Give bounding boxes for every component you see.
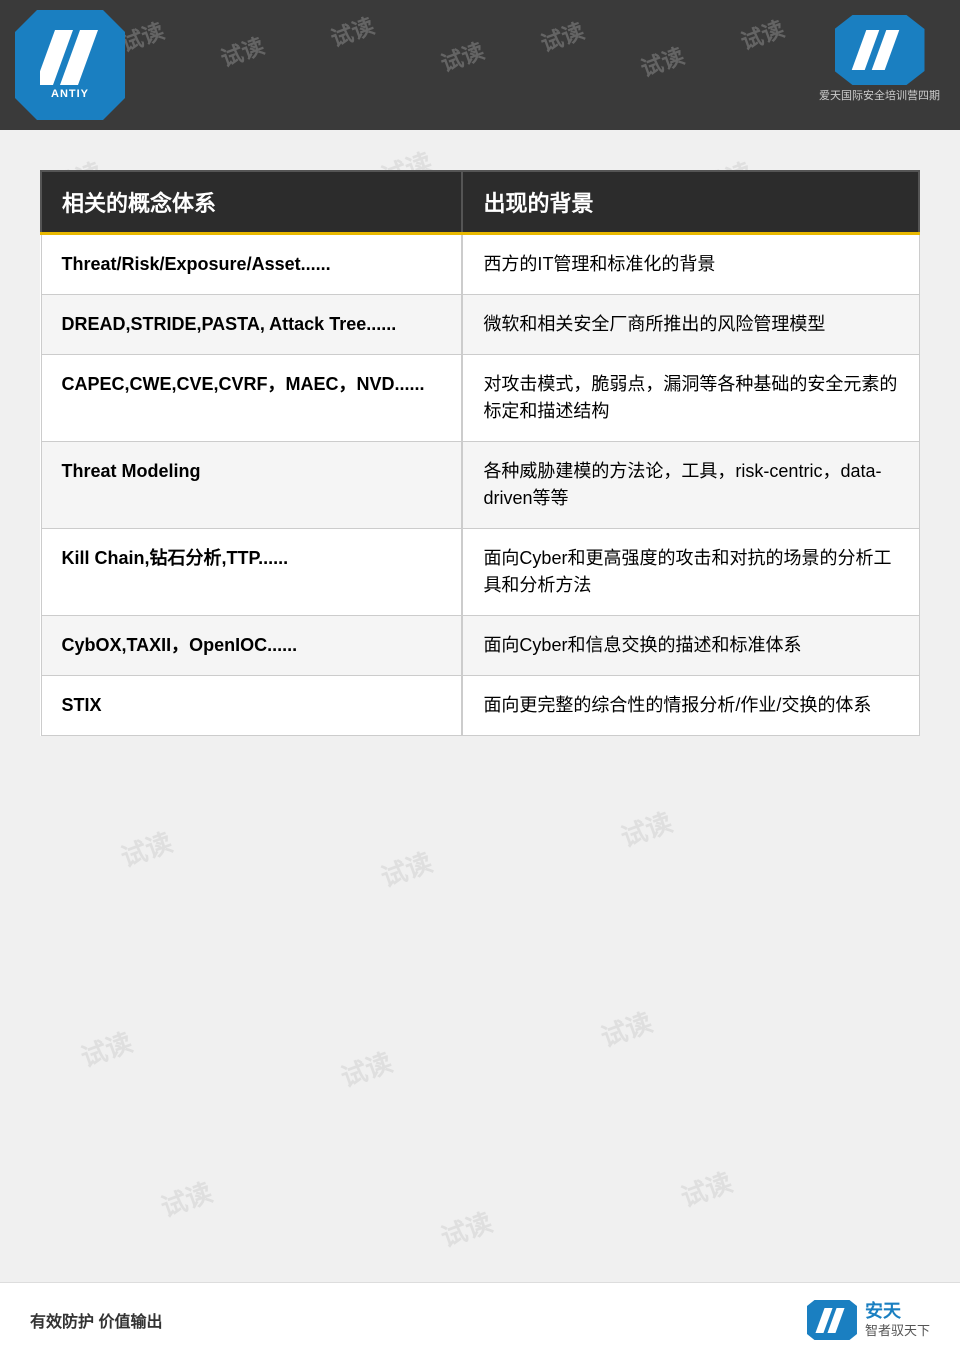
table-cell-concept: STIX: [41, 676, 462, 736]
header: 试读 试读 试读 试读 试读 试读 试读 ANTIY 爱天国际安全培训营四期: [0, 0, 960, 130]
table-cell-concept: Threat/Risk/Exposure/Asset......: [41, 234, 462, 295]
table-row: STIX面向更完整的综合性的情报分析/作业/交换的体系: [41, 676, 919, 736]
footer-tagline: 有效防护 价值输出: [30, 1308, 162, 1332]
logo-text: ANTIY: [51, 88, 89, 100]
header-watermarks: 试读 试读 试读 试读 试读 试读 试读: [0, 0, 960, 130]
table-cell-context: 各种威胁建模的方法论，工具，risk-centric，data-driven等等: [462, 442, 919, 529]
table-row: Threat Modeling各种威胁建模的方法论，工具，risk-centri…: [41, 442, 919, 529]
footer-brand-sub: 智者驭天下: [865, 1323, 930, 1340]
top-right-logo-icon: [835, 15, 925, 85]
table-cell-context: 西方的IT管理和标准化的背景: [462, 234, 919, 295]
table-header-row: 相关的概念体系 出现的背景: [41, 171, 919, 234]
col2-header: 出现的背景: [462, 171, 919, 234]
wm-5: 试读: [536, 13, 588, 58]
top-right-stripe: [857, 30, 902, 70]
wm-4: 试读: [436, 33, 488, 78]
table-cell-context: 面向Cyber和更高强度的攻击和对抗的场景的分析工具和分析方法: [462, 529, 919, 616]
wm-6: 试读: [636, 38, 688, 83]
wm-3: 试读: [326, 8, 378, 53]
table-cell-concept: CAPEC,CWE,CVE,CVRF，MAEC，NVD......: [41, 355, 462, 442]
footer-brand-area: 安天 智者驭天下: [807, 1300, 930, 1340]
wm-2: 试读: [216, 28, 268, 73]
table-cell-context: 微软和相关安全厂商所推出的风险管理模型: [462, 295, 919, 355]
logo: ANTIY: [15, 10, 125, 120]
concept-table: 相关的概念体系 出现的背景 Threat/Risk/Exposure/Asset…: [40, 170, 920, 736]
table-cell-concept: Threat Modeling: [41, 442, 462, 529]
footer-logo-icon: [807, 1300, 857, 1340]
footer-brand-main: 安天: [865, 1300, 930, 1323]
table-row: Kill Chain,钻石分析,TTP......面向Cyber和更高强度的攻击…: [41, 529, 919, 616]
table-cell-concept: CybOX,TAXII，OpenIOC......: [41, 616, 462, 676]
table-row: DREAD,STRIDE,PASTA, Attack Tree......微软和…: [41, 295, 919, 355]
footer-brand-text: 安天 智者驭天下: [865, 1300, 930, 1340]
footer: 有效防护 价值输出 安天 智者驭天下: [0, 1282, 960, 1357]
table-cell-context: 面向更完整的综合性的情报分析/作业/交换的体系: [462, 676, 919, 736]
table-row: CAPEC,CWE,CVE,CVRF，MAEC，NVD......对攻击模式，脆…: [41, 355, 919, 442]
table-row: Threat/Risk/Exposure/Asset......西方的IT管理和…: [41, 234, 919, 295]
top-right-logo: 爱天国际安全培训营四期: [819, 15, 940, 103]
table-cell-context: 面向Cyber和信息交换的描述和标准体系: [462, 616, 919, 676]
main-content: 相关的概念体系 出现的背景 Threat/Risk/Exposure/Asset…: [40, 170, 920, 1277]
footer-logo-stripe: [818, 1308, 846, 1333]
col1-header: 相关的概念体系: [41, 171, 462, 234]
table-cell-concept: DREAD,STRIDE,PASTA, Attack Tree......: [41, 295, 462, 355]
table-row: CybOX,TAXII，OpenIOC......面向Cyber和信息交换的描述…: [41, 616, 919, 676]
top-right-text: 爱天国际安全培训营四期: [819, 87, 940, 103]
table-cell-concept: Kill Chain,钻石分析,TTP......: [41, 529, 462, 616]
wm-7: 试读: [736, 11, 788, 56]
logo-stripes: [40, 30, 100, 85]
table-cell-context: 对攻击模式，脆弱点，漏洞等各种基础的安全元素的标定和描述结构: [462, 355, 919, 442]
